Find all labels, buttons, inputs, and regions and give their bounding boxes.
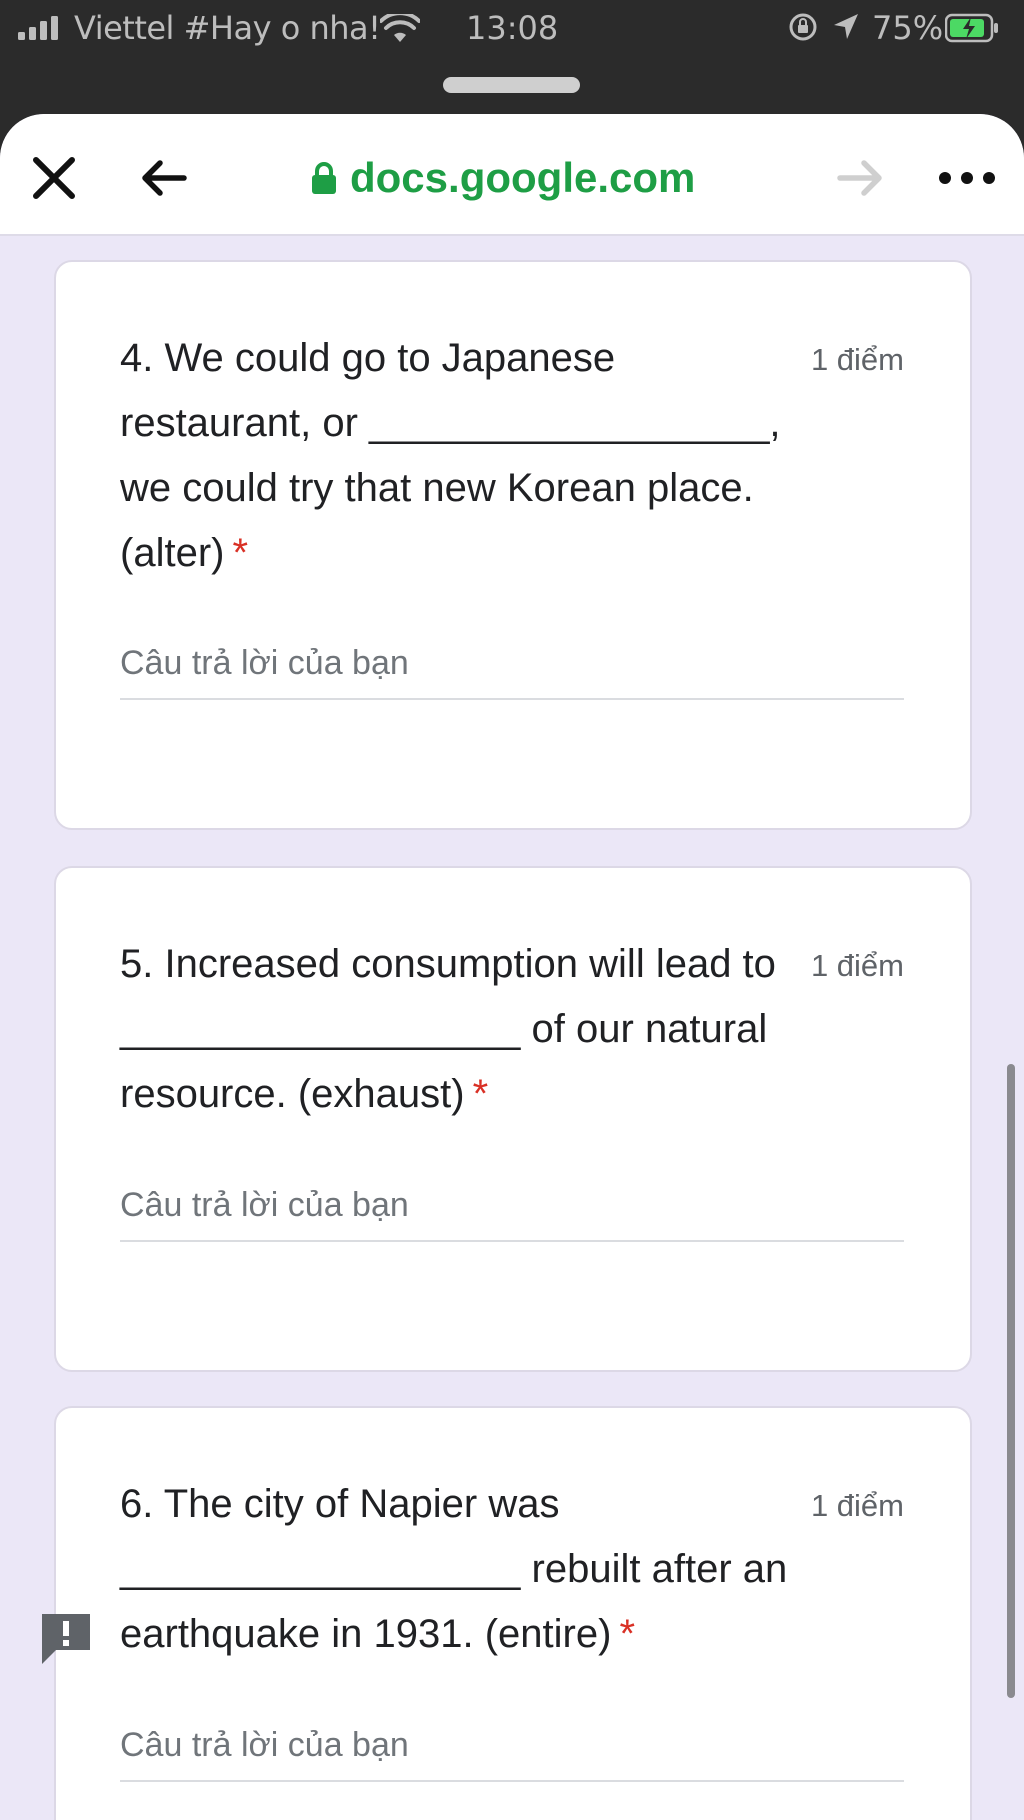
points-label: 1 điểm (810, 1488, 904, 1523)
clock: 13:08 (466, 9, 559, 47)
signal-icon (18, 16, 58, 40)
lock-icon (312, 162, 336, 194)
answer-input[interactable] (120, 1170, 904, 1242)
carrier-name: Viettel #Hay o nha! (74, 9, 381, 47)
wifi-icon (380, 14, 420, 42)
question-text: 6. The city of Napier was ______________… (120, 1482, 788, 1656)
required-asterisk: * (619, 1612, 636, 1656)
battery-icon (945, 13, 998, 43)
points-label: 1 điểm (810, 948, 904, 983)
question-card-5: 5. Increased consumption will lead to __… (54, 866, 972, 1372)
status-bar: Viettel #Hay o nha! 13:08 75% (0, 0, 1024, 60)
location-icon (834, 14, 858, 39)
answer-input[interactable] (120, 628, 904, 700)
sheet-grabber[interactable] (443, 77, 580, 93)
question-text: 4. We could go to Japanese restaurant, o… (120, 336, 781, 575)
answer-input[interactable] (120, 1710, 904, 1782)
question-text: 5. Increased consumption will lead to __… (120, 942, 776, 1116)
url-bar[interactable]: docs.google.com (310, 150, 695, 206)
feedback-icon[interactable] (38, 1610, 94, 1666)
forward-arrow-icon[interactable] (834, 152, 886, 204)
close-icon[interactable] (28, 152, 80, 204)
question-card-4: 4. We could go to Japanese restaurant, o… (54, 260, 972, 830)
browser-sheet: docs.google.com 4. We could go to Japane… (0, 114, 1024, 1820)
rotation-lock-icon (789, 13, 817, 41)
browser-toolbar: docs.google.com (0, 114, 1024, 236)
points-label: 1 điểm (810, 342, 904, 377)
battery-percent: 75% (872, 9, 944, 47)
question-card-6: 6. The city of Napier was ______________… (54, 1406, 972, 1820)
scrollbar[interactable] (1007, 1064, 1015, 1698)
more-icon[interactable] (936, 152, 998, 204)
required-asterisk: * (472, 1072, 489, 1116)
url-text: docs.google.com (350, 154, 696, 201)
back-arrow-icon[interactable] (138, 152, 190, 204)
required-asterisk: * (232, 531, 249, 575)
